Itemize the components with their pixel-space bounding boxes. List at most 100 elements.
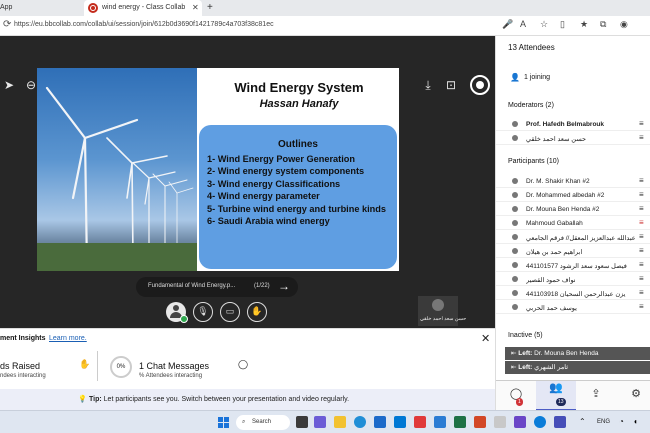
attendee-row[interactable]: Dr. Mouna Ben Henda #2 ≡ [496, 203, 650, 216]
collections-icon[interactable]: ⧉ [600, 19, 606, 30]
menu-icon[interactable]: ≡ [639, 275, 644, 283]
menu-icon[interactable]: ≡ [639, 191, 644, 199]
browser-tab-wind-energy[interactable]: wind energy - Class Collab [84, 0, 202, 16]
divider [97, 351, 98, 381]
attendee-name: يزن عبدالرحمن السحيان 441103918 [526, 291, 626, 298]
share-content-icon[interactable]: ⊡ [442, 76, 460, 94]
menu-icon[interactable]: ≡ [639, 289, 644, 297]
attendee-name: احمد عبدالله عبدالعزيز المعقل// فرقم الج… [526, 235, 636, 242]
mail-icon[interactable] [394, 416, 406, 428]
attendee-row[interactable]: Dr. M. Shakir Khan #2 ≡ [496, 175, 650, 188]
attendees-tab-icon[interactable]: 👥 [536, 381, 576, 411]
menu-icon[interactable]: ≡ [639, 120, 644, 128]
avatar [432, 299, 444, 311]
close-tab-icon[interactable]: ✕ [192, 0, 199, 16]
chat-messages-title: 1 Chat Messages [139, 361, 210, 371]
volume-icon[interactable]: ◖ [633, 417, 643, 427]
outline-item: 4- Wind energy parameter [207, 191, 320, 202]
attendee-row[interactable]: فيصل سعود سعد الرشود 441101577 ≡ [496, 259, 650, 272]
camera-off-icon[interactable]: ▭ [220, 302, 240, 322]
onenote-icon[interactable] [514, 416, 526, 428]
inactive-row[interactable]: ⇤ Left: Dr. Mouna Ben Henda [505, 347, 650, 360]
avatar [512, 234, 518, 240]
attendee-row[interactable]: حسن سعد احمد خلقي ≡ [496, 132, 650, 145]
outline-item: 6- Saudi Arabia wind energy [207, 216, 330, 227]
next-slide-icon[interactable]: → [278, 279, 290, 293]
attendee-row[interactable]: نواف حمود القصير ≡ [496, 273, 650, 286]
menu-icon[interactable]: ≡ [639, 205, 644, 213]
lightbulb-icon: 💡 [78, 396, 87, 403]
tab-title: App [0, 4, 13, 11]
hands-raised-subtitle: ndees interacting [0, 373, 46, 379]
outline-box: Outlines 1- Wind Energy Power Generation… [199, 125, 397, 269]
split-screen-icon[interactable]: ▯ [560, 19, 565, 30]
chat-messages-subtitle: % Attendees interacting [139, 373, 203, 379]
person-icon: 👤 [510, 73, 520, 82]
app-icon[interactable] [494, 416, 506, 428]
attendee-row[interactable]: يزن عبدالرحمن السحيان 441103918 ≡ [496, 287, 650, 300]
attendee-row[interactable]: Dr. Mohammed albedah #2 ≡ [496, 189, 650, 202]
attendees-badge: 13 [556, 398, 566, 406]
share-content-tab-icon[interactable]: ⇪ [584, 387, 608, 400]
microphone-icon[interactable]: 🎤 [502, 19, 513, 30]
tip-message: 💡 Tip: Let participants see you. Switch b… [78, 395, 349, 403]
attendee-name: فيصل سعود سعد الرشود 441101577 [526, 263, 627, 270]
learn-more-link[interactable]: Learn more. [49, 335, 87, 342]
wifi-icon[interactable]: ◔ [619, 417, 629, 427]
menu-icon[interactable]: ≡ [639, 247, 644, 255]
pointer-icon[interactable]: ➤ [0, 76, 18, 94]
browser-icon[interactable] [534, 416, 546, 428]
teams-icon[interactable] [314, 416, 326, 428]
menu-icon[interactable]: ≡ [639, 177, 644, 185]
powerpoint-icon[interactable] [474, 416, 486, 428]
participant-video-tile[interactable]: حسن سعد احمد خلقي [418, 296, 466, 326]
menu-icon[interactable]: ≡ [639, 261, 644, 269]
attendee-name: Dr. Mouna Ben Henda #2 [526, 206, 600, 213]
mic-muted-icon[interactable]: 🎙 [193, 302, 213, 322]
attendee-row[interactable]: Mahmoud Gaballah ≡ [496, 217, 650, 230]
windows-taskbar: ⌕ Search ⌃ ENG ◔ ◖ [0, 410, 650, 433]
start-icon[interactable] [218, 417, 229, 428]
menu-icon[interactable]: ≡ [639, 303, 644, 311]
new-tab-icon[interactable]: + [207, 0, 213, 16]
avatar [512, 135, 518, 141]
read-aloud-icon[interactable]: A [520, 19, 526, 29]
task-view-icon[interactable] [296, 416, 308, 428]
store-icon[interactable] [374, 416, 386, 428]
browser-tab-app[interactable]: App [0, 0, 80, 16]
slide-file-name: Fundamental of Wind Energy.p... [148, 283, 236, 289]
file-explorer-icon[interactable] [334, 416, 346, 428]
profile-icon[interactable]: ◉ [620, 19, 628, 30]
attendee-row[interactable]: يوسف حمد الحربي ≡ [496, 301, 650, 314]
excel-icon[interactable] [454, 416, 466, 428]
menu-icon[interactable]: ≡ [639, 233, 644, 241]
menu-icon[interactable]: ≡ [639, 219, 644, 227]
avatar [512, 304, 518, 310]
favorite-icon[interactable]: ☆ [540, 19, 548, 30]
inactive-header: Inactive (5) [508, 332, 543, 339]
attendee-row[interactable]: Prof. Hafedh Belmabrouk ≡ [496, 118, 650, 131]
download-icon[interactable]: ⤓ [419, 76, 437, 94]
language-indicator[interactable]: ENG [597, 419, 610, 425]
refresh-icon[interactable]: ⟳ [3, 19, 11, 30]
recording-button[interactable] [470, 75, 490, 95]
tip-text: Let participants see you. Switch between… [103, 396, 350, 403]
close-icon[interactable]: ✕ [481, 332, 490, 345]
inactive-row[interactable]: ⇤ Left: ثامر الشهري [505, 361, 650, 374]
word-icon[interactable] [434, 416, 446, 428]
settings-icon[interactable]: ⚙ [624, 387, 648, 400]
attendee-row[interactable]: احمد عبدالله عبدالعزيز المعقل// فرقم الج… [496, 231, 650, 244]
chevron-up-icon[interactable]: ⌃ [579, 417, 586, 426]
url-field[interactable]: https://eu.bbcollab.com/collab/ui/sessio… [14, 21, 274, 28]
app-icon[interactable] [554, 416, 566, 428]
chat-tab-icon[interactable]: ◯ [504, 387, 528, 400]
app-icon[interactable] [414, 416, 426, 428]
favorites-bar-icon[interactable]: ★ [580, 19, 588, 30]
menu-icon[interactable]: ≡ [639, 134, 644, 142]
edge-icon[interactable] [354, 416, 366, 428]
raise-hand-icon[interactable]: ✋ [247, 302, 267, 322]
taskbar-search-label: Search [252, 419, 272, 425]
attendee-row[interactable]: ابراهيم حمد بن هيلان ≡ [496, 245, 650, 258]
wind-turbines-photo [37, 68, 197, 271]
taskbar-search[interactable]: ⌕ Search [236, 415, 290, 430]
